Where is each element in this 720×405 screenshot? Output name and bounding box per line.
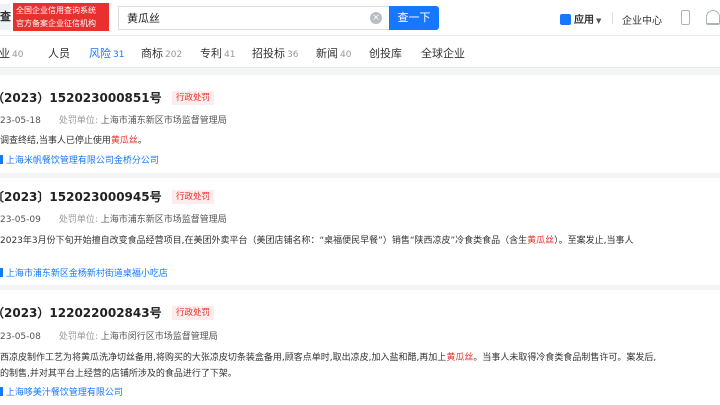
- tab-label: 招投标: [252, 47, 285, 60]
- case-description: 2023年3月份下旬开始擅自改变食品经营项目,在美团外卖平台（美团店铺名称：“桌…: [0, 233, 634, 246]
- tab-label: 企业: [0, 47, 10, 60]
- search-button[interactable]: 查一下: [389, 6, 439, 30]
- tab-venture[interactable]: 创投库: [369, 45, 402, 61]
- tab-label: 人员: [48, 47, 70, 60]
- result-card[interactable]: （2023）122022002843号 行政处罚 23-05-08 处罚单位: 上…: [0, 290, 720, 405]
- keyword-highlight: 黄瓜丝: [527, 236, 555, 246]
- desc-text: 西凉皮制作工艺为将黄瓜洗净切丝备用,将购买的大张凉皮切条装盒备用,顾客点单时,取…: [0, 353, 447, 363]
- desc-text: 。: [137, 136, 147, 146]
- case-number[interactable]: （2023）122022002843号: [0, 304, 162, 321]
- tab-label: 创投库: [369, 47, 402, 60]
- enterprise-center-link[interactable]: 企业中心: [622, 12, 662, 27]
- tab-count: 40: [12, 50, 24, 60]
- case-meta: 23-05-08 处罚单位: 上海市闵行区市场监督管理局: [0, 329, 218, 342]
- tab-news[interactable]: 新闻 40: [316, 45, 351, 61]
- tab-label: 风险: [89, 47, 111, 60]
- tab-bidding[interactable]: 招投标 36: [252, 45, 298, 61]
- keyword-highlight: 黄瓜丝: [110, 136, 138, 146]
- tab-patent[interactable]: 专利 41: [200, 45, 235, 61]
- tab-people[interactable]: 人员: [48, 45, 72, 61]
- case-meta: 23-05-18 处罚单位: 上海市浦东新区市场监督管理局: [0, 113, 227, 126]
- company-link[interactable]: 上海市浦东新区金杨新村街道桌福小吃店: [0, 266, 168, 279]
- desc-text: ）。至案发止,当事人: [554, 236, 634, 246]
- divider: [612, 12, 613, 24]
- phone-icon[interactable]: [681, 10, 690, 25]
- bell-icon[interactable]: [706, 10, 720, 25]
- company-link[interactable]: 上海米帆餐饮管理有限公司金桥分公司: [0, 153, 159, 166]
- case-date: 23-05-08: [0, 332, 41, 342]
- tab-label: 商标: [141, 47, 163, 60]
- authority: 上海市闵行区市场监督管理局: [100, 332, 218, 342]
- case-description-line-2: 的制售,并对其平台上经营的店铺所涉及的食品进行了下架。: [0, 369, 237, 379]
- tab-global[interactable]: 全球企业: [421, 45, 465, 61]
- company-icon: [0, 155, 3, 164]
- company-icon: [0, 268, 3, 277]
- tab-enterprise[interactable]: 企业40: [0, 45, 23, 61]
- authority-label: 处罚单位:: [58, 116, 98, 126]
- desc-text: 调查终结,当事人已停止使用: [0, 136, 111, 146]
- case-meta: 23-05-09 处罚单位: 上海市浦东新区市场监督管理局: [0, 212, 227, 225]
- status-badge: 行政处罚: [172, 190, 215, 204]
- grid-icon: [560, 14, 571, 25]
- tab-count: 40: [340, 50, 352, 60]
- tab-count: 41: [224, 50, 236, 60]
- logo-line-1: 全国企业信用查询系统: [16, 6, 96, 15]
- tab-label: 专利: [200, 47, 222, 60]
- logo-icon[interactable]: 查: [0, 4, 11, 30]
- case-number[interactable]: （2023）152023000851号: [0, 89, 162, 106]
- tab-count: 202: [165, 50, 183, 60]
- app-menu[interactable]: 应用 ▼: [560, 11, 601, 26]
- authority-label: 处罚单位:: [58, 215, 98, 225]
- keyword-highlight: 黄瓜丝: [446, 353, 474, 363]
- company-link[interactable]: 上海哆美汁餐饮管理有限公司: [0, 385, 123, 398]
- case-date: 23-05-09: [0, 215, 41, 225]
- logo-line-2: 官方备案企业征信机构: [16, 19, 96, 28]
- search-input[interactable]: [119, 7, 359, 29]
- case-date: 23-05-18: [0, 116, 41, 126]
- search-box: ×: [118, 6, 390, 30]
- tab-count: 31: [113, 50, 125, 60]
- tab-trademark[interactable]: 商标 202: [141, 45, 182, 61]
- company-name: 上海米帆餐饮管理有限公司金桥分公司: [5, 156, 159, 166]
- top-bar: 查 全国企业信用查询系统 官方备案企业征信机构 × 查一下 应用▼ 企业中心: [0, 0, 720, 36]
- company-name: 上海哆美汁餐饮管理有限公司: [5, 388, 123, 398]
- authority-label: 处罚单位:: [58, 332, 98, 342]
- category-tabs: 企业40 人员 风险31 商标202 专利41 招投标36 新闻40 创投库 全…: [0, 36, 720, 68]
- tab-label: 全球企业: [421, 47, 465, 60]
- status-badge: 行政处罚: [172, 306, 215, 320]
- tab-label: 新闻: [316, 47, 338, 60]
- result-card[interactable]: 〔2023〕152023000945号 行政处罚 23-05-09 处罚单位: 上…: [0, 178, 720, 285]
- tab-count: 36: [287, 50, 299, 60]
- tab-risk[interactable]: 风险 31: [89, 45, 124, 61]
- clear-icon[interactable]: ×: [370, 12, 382, 24]
- case-number[interactable]: 〔2023〕152023000945号: [0, 188, 162, 205]
- logo-slogan: 全国企业信用查询系统 官方备案企业征信机构: [13, 3, 109, 31]
- result-card[interactable]: （2023）152023000851号 行政处罚 23-05-18 处罚单位: 上…: [0, 75, 720, 173]
- case-description: 调查终结,当事人已停止使用黄瓜丝。: [0, 133, 147, 146]
- app-menu-label: 应用: [574, 15, 594, 26]
- authority: 上海市浦东新区市场监督管理局: [100, 215, 227, 225]
- company-name: 上海市浦东新区金杨新村街道桌福小吃店: [5, 269, 168, 279]
- company-icon: [0, 387, 3, 396]
- desc-text: 。当事人未取得冷食类食品制售许可。案发后,: [473, 353, 657, 363]
- desc-text: 2023年3月份下旬开始擅自改变食品经营项目,在美团外卖平台（美团店铺名称：“桌…: [0, 236, 528, 246]
- authority: 上海市浦东新区市场监督管理局: [100, 116, 227, 126]
- status-badge: 行政处罚: [172, 91, 215, 105]
- chevron-down-icon: ▼: [596, 17, 602, 25]
- case-description: 西凉皮制作工艺为将黄瓜洗净切丝备用,将购买的大张凉皮切条装盒备用,顾客点单时,取…: [0, 350, 656, 363]
